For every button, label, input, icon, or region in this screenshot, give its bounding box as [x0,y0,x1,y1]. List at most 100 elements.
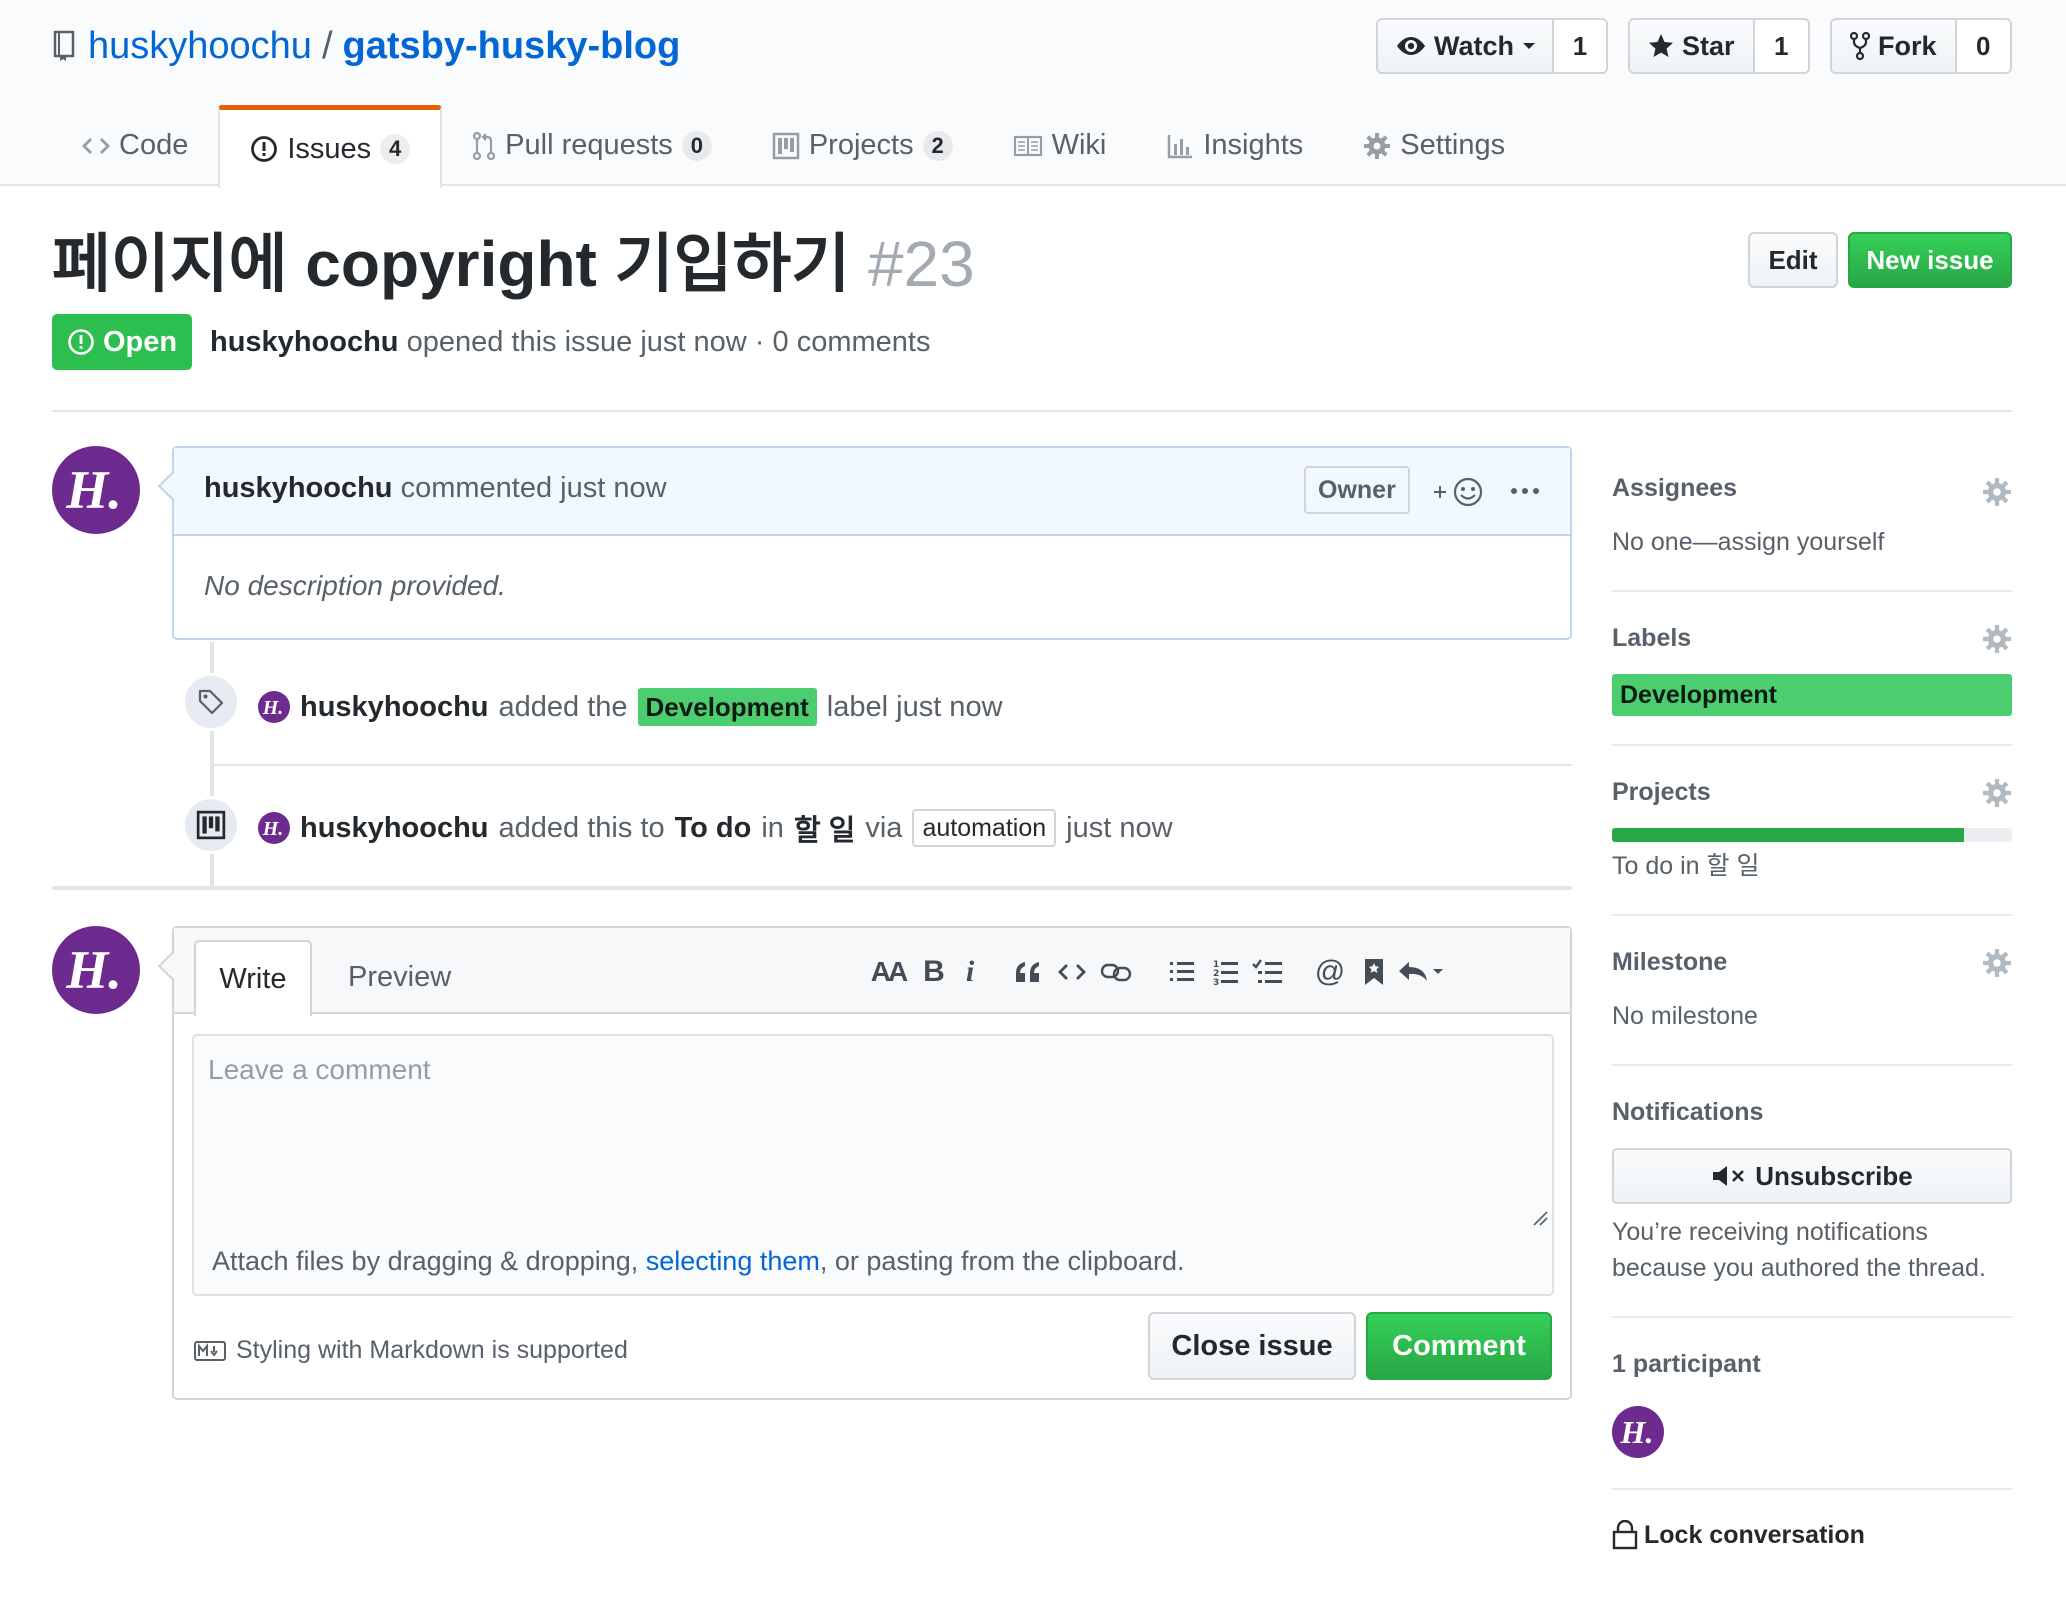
tab-projects[interactable]: Projects 2 [742,105,983,186]
development-label[interactable]: Development [637,688,817,726]
event-text-in: in [761,811,784,844]
eye-icon [1396,35,1426,57]
watch-button[interactable]: Watch [1378,20,1552,72]
issue-number: #23 [867,228,975,300]
fork-count[interactable]: 0 [1954,20,2010,72]
italic-icon[interactable]: i [950,952,990,992]
task-list-icon[interactable] [1248,952,1288,992]
tab-projects-label: Projects [808,129,914,161]
resize-handle-icon[interactable] [1532,1210,1548,1226]
gear-icon[interactable] [1982,948,2012,978]
tab-pull-requests-label: Pull requests [505,129,673,161]
watch-label: Watch [1434,30,1514,61]
owner-badge: Owner [1304,466,1410,514]
add-reaction-icon[interactable] [1432,472,1488,512]
reply-icon[interactable] [1394,952,1448,992]
svg-text:H.: H. [262,818,284,840]
tab-pull-requests[interactable]: Pull requests 0 [442,105,742,186]
pull-request-icon [472,131,496,161]
ordered-list-icon[interactable]: 123 [1206,952,1246,992]
issue-meta: huskyhoochu opened this issue just now ·… [210,322,930,362]
select-files-link[interactable]: selecting them [646,1246,820,1277]
tab-insights-label: Insights [1203,129,1304,161]
lock-conversation-link[interactable]: Lock conversation [1612,1520,1865,1550]
tab-settings[interactable]: Settings [1333,105,1535,186]
close-issue-button[interactable]: Close issue [1148,1312,1356,1380]
tab-wiki[interactable]: Wiki [983,105,1137,186]
project-progress-fill [1612,828,1964,842]
star-label: Star [1682,30,1735,61]
project-name-link[interactable]: 할 일 [794,807,855,849]
gear-icon[interactable] [1982,624,2012,654]
comment-author-link[interactable]: huskyhoochu [204,472,393,504]
tab-issues-label: Issues [287,132,372,165]
lock-conversation-label: Lock conversation [1644,1520,1865,1549]
fork-button[interactable]: Fork [1832,20,1955,72]
assignees-heading: Assignees [1612,474,1738,502]
project-link[interactable]: To do in 할 일 [1612,848,1759,884]
milestone-value: No milestone [1612,1002,1758,1030]
unsubscribe-label: Unsubscribe [1755,1160,1913,1191]
bold-icon[interactable]: B [914,952,954,992]
event-author-link[interactable]: huskyhoochu [300,691,489,724]
gear-icon[interactable] [1982,778,2012,808]
fork-icon [1850,32,1870,60]
attach-files-bar[interactable]: Attach files by dragging & dropping, sel… [192,1228,1554,1296]
assignees-value[interactable]: No one—assign yourself [1612,524,1884,560]
svg-text:H.: H. [262,697,284,719]
bookmark-icon[interactable] [1354,952,1394,992]
comment-body: No description provided. [204,570,506,601]
tag-icon [182,673,240,731]
avatar-small[interactable]: H. [258,812,290,844]
tab-code[interactable]: Code [52,105,218,186]
event-author-link[interactable]: huskyhoochu [300,812,489,845]
unordered-list-icon[interactable] [1162,952,1202,992]
comment-action[interactable]: commented just now [401,472,667,504]
sidebar-divider [1612,1316,2012,1318]
repo-name-link[interactable]: gatsby-husky-blog [343,25,681,68]
gear-icon[interactable] [1982,477,2012,507]
watch-group: Watch 1 [1376,18,1608,74]
issue-author-link[interactable]: huskyhoochu [210,326,399,358]
event-time: label just now [826,690,1003,723]
notifications-reason-line-2: because you authored the thread. [1612,1254,1986,1282]
svg-text:H.: H. [1620,1414,1654,1450]
markdown-note-text: Styling with Markdown is supported [236,1336,628,1364]
repo-owner-link[interactable]: huskyhoochu [88,25,312,68]
heading-icon[interactable]: AA [868,952,908,992]
avatar[interactable]: H. [52,446,140,534]
star-group: Star 1 [1628,18,1810,74]
tab-insights[interactable]: Insights [1136,105,1333,186]
markdown-note[interactable]: Styling with Markdown is supported [194,1336,628,1365]
star-button[interactable]: Star [1630,20,1753,72]
project-progress-bar [1612,828,2012,842]
milestone-heading: Milestone [1612,948,1728,976]
sidebar-label-development[interactable]: Development [1612,674,2012,716]
quote-icon[interactable] [1008,952,1048,992]
link-icon[interactable] [1096,952,1136,992]
new-comment-form: Write Preview AA B i 123 @ Leave a comme… [172,926,1572,1400]
mention-icon[interactable]: @ [1310,952,1350,992]
kebab-horizontal-icon[interactable] [1510,486,1540,496]
tab-write[interactable]: Write [194,940,312,1016]
avatar[interactable]: H. [52,926,140,1014]
comment-textarea[interactable]: Leave a comment [192,1034,1554,1230]
edit-button[interactable]: Edit [1748,232,1838,288]
projects-heading: Projects [1612,778,1711,806]
comment-button[interactable]: Comment [1366,1312,1552,1380]
event-text: added the [498,690,628,723]
participant-avatar[interactable]: H. [1612,1406,1664,1458]
watch-count[interactable]: 1 [1552,20,1606,72]
svg-text:3: 3 [1213,978,1219,986]
avatar-small[interactable]: H. [258,691,290,723]
new-issue-button[interactable]: New issue [1848,232,2012,288]
tab-code-label: Code [119,129,189,161]
code-icon[interactable] [1052,952,1092,992]
notifications-heading: Notifications [1612,1098,1764,1126]
unsubscribe-button[interactable]: Unsubscribe [1612,1148,2012,1204]
tab-issues[interactable]: Issues 4 [218,105,443,188]
tab-settings-label: Settings [1400,129,1506,161]
project-icon [182,796,240,854]
star-count[interactable]: 1 [1752,20,1808,72]
tab-preview[interactable]: Preview [328,940,471,1014]
